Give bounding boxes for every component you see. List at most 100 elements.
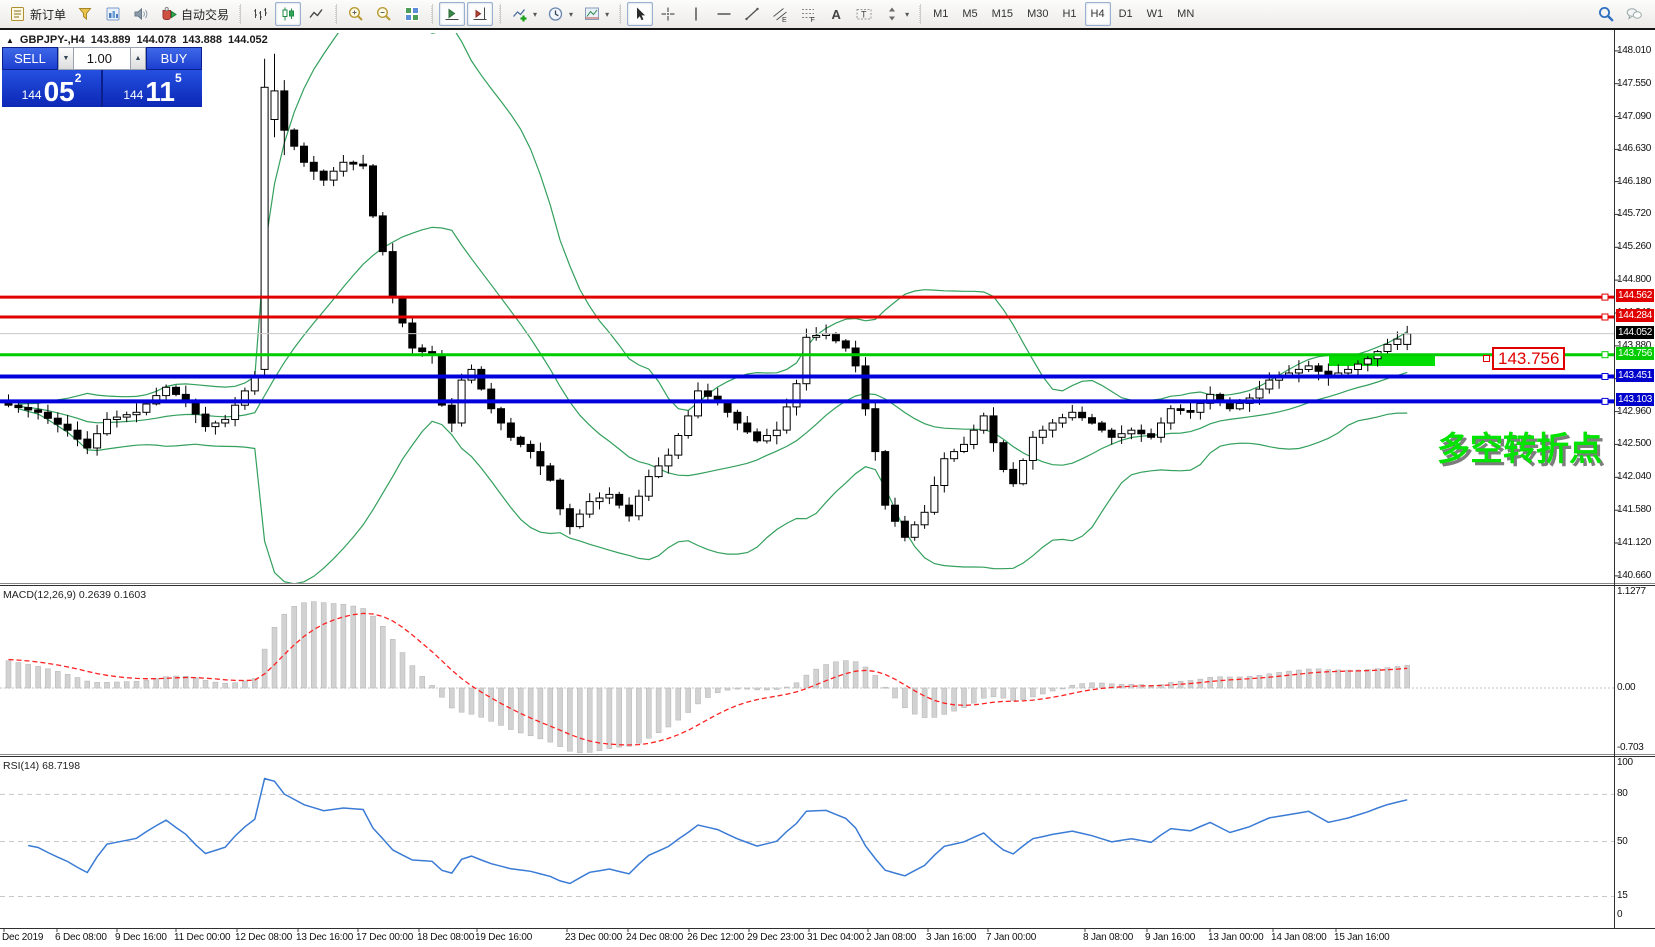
candle (566, 509, 573, 527)
level-callout[interactable]: 143.756 (1492, 347, 1565, 370)
sell-price-pip: 2 (75, 71, 82, 85)
candle (1000, 443, 1007, 470)
deposit-button[interactable] (72, 2, 98, 26)
toolbar: 新订单自动交易▾▾▾EFAT▾M1M5M15M30H1H4D1W1MN (0, 0, 1655, 28)
time-axis-label: 7 Jan 00:00 (986, 932, 1036, 943)
rsi-label: RSI(14) 68.7198 (3, 760, 80, 772)
price-axis-label: 100 (1617, 757, 1633, 768)
macd-histogram-bar (617, 688, 622, 747)
candle (1069, 412, 1076, 417)
line-chart-button[interactable] (303, 2, 329, 26)
templates-icon (583, 5, 601, 23)
timeframe-mn-button[interactable]: MN (1171, 2, 1200, 26)
price-axis-label: 0 (1617, 909, 1622, 920)
time-axis-label: 11 Dec 00:00 (174, 932, 230, 943)
chart-shift-icon (471, 5, 489, 23)
chat-button[interactable] (1621, 2, 1647, 26)
turning-point-annotation[interactable]: 多空转折点 (1437, 422, 1602, 470)
timeframe-h4-button[interactable]: H4 (1085, 2, 1111, 26)
volume-increase-button[interactable]: ▲ (130, 47, 146, 70)
svg-text:F: F (811, 17, 815, 23)
timeframe-w1-button[interactable]: W1 (1141, 2, 1170, 26)
candle (734, 412, 741, 423)
trendline-button[interactable] (739, 2, 765, 26)
price-axis-label: 141.120 (1617, 537, 1651, 548)
fibonacci-button[interactable]: F (795, 2, 821, 26)
macd-histogram-bar (548, 688, 553, 742)
time-axis-label: 3 Jan 16:00 (926, 932, 976, 943)
timeframe-m5-button[interactable]: M5 (956, 2, 983, 26)
macd-histogram-bar (6, 661, 11, 688)
candle (104, 419, 111, 433)
macd-histogram-bar (449, 688, 454, 708)
search-icon (1597, 5, 1615, 23)
crosshair-button[interactable] (655, 2, 681, 26)
candle (419, 348, 426, 352)
arrows-button[interactable]: ▾ (879, 2, 913, 26)
rsi-pane (0, 779, 1614, 897)
zoom-out-button[interactable] (371, 2, 397, 26)
pane-separator[interactable] (0, 585, 1655, 586)
zoom-in-icon (347, 5, 365, 23)
macd-histogram-bar (400, 653, 405, 689)
macd-histogram-bar (75, 678, 80, 689)
indicators-button[interactable]: ▾ (507, 2, 541, 26)
bar-chart-button[interactable] (247, 2, 273, 26)
macd-histogram-bar (1356, 670, 1361, 688)
new-order-button[interactable]: 新订单 (5, 2, 70, 26)
sell-price-prefix: 144 (22, 88, 42, 102)
macd-histogram-bar (1375, 669, 1380, 688)
market-watch-button[interactable] (100, 2, 126, 26)
candle (517, 437, 524, 444)
macd-histogram-bar (567, 688, 572, 751)
macd-histogram-bar (26, 664, 31, 688)
volume-decrease-button[interactable]: ▼ (58, 47, 74, 70)
candle (399, 298, 406, 323)
timeframe-m30-button[interactable]: M30 (1021, 2, 1054, 26)
candle (301, 146, 308, 162)
vertical-line-button[interactable] (683, 2, 709, 26)
auto-trading-button[interactable]: 自动交易 (156, 2, 233, 26)
cursor-button[interactable] (627, 2, 653, 26)
horizontal-line-button[interactable] (711, 2, 737, 26)
volume-input[interactable]: 1.00 (74, 47, 130, 70)
timeframe-h1-button[interactable]: H1 (1056, 2, 1082, 26)
candlestick-chart-button[interactable] (275, 2, 301, 26)
pane-separator[interactable] (0, 756, 1655, 757)
buy-button[interactable]: BUY (146, 47, 202, 70)
macd-histogram-bar (1287, 671, 1292, 688)
macd-histogram-bar (1099, 683, 1104, 688)
tile-windows-button[interactable] (399, 2, 425, 26)
timeframe-m1-button[interactable]: M1 (927, 2, 954, 26)
timeframe-d1-button[interactable]: D1 (1113, 2, 1139, 26)
macd-histogram-bar (705, 688, 710, 698)
signals-button[interactable] (128, 2, 154, 26)
price-axis-label: 142.040 (1617, 471, 1651, 482)
bollinger-middle-band (18, 227, 1407, 475)
pane-separator[interactable] (0, 583, 1655, 584)
price-axis-label: 140.660 (1617, 570, 1651, 581)
auto-scroll-button[interactable] (439, 2, 465, 26)
sell-button[interactable]: SELL (2, 47, 58, 70)
candle (330, 171, 337, 180)
zoom-in-button[interactable] (343, 2, 369, 26)
templates-button[interactable]: ▾ (579, 2, 613, 26)
candle (1315, 366, 1322, 371)
periods-button[interactable]: ▾ (543, 2, 577, 26)
timeframe-m15-button[interactable]: M15 (986, 2, 1019, 26)
text-button[interactable]: A (823, 2, 849, 26)
text-tool-icon: A (827, 5, 845, 23)
pane-separator[interactable] (0, 754, 1655, 755)
level-callout-anchor (1483, 355, 1490, 362)
buy-price[interactable]: 144 11 5 (103, 70, 202, 107)
text-label-button[interactable]: T (851, 2, 877, 26)
macd-histogram-bar (213, 682, 218, 688)
candle (379, 216, 386, 252)
search-button[interactable] (1593, 2, 1619, 26)
chart-shift-button[interactable] (467, 2, 493, 26)
macd-histogram-bar (410, 666, 415, 688)
equidistant-channel-button[interactable]: E (767, 2, 793, 26)
line-chart-icon (307, 5, 325, 23)
sell-price[interactable]: 144 05 2 (2, 70, 101, 107)
macd-histogram-bar (124, 682, 129, 688)
